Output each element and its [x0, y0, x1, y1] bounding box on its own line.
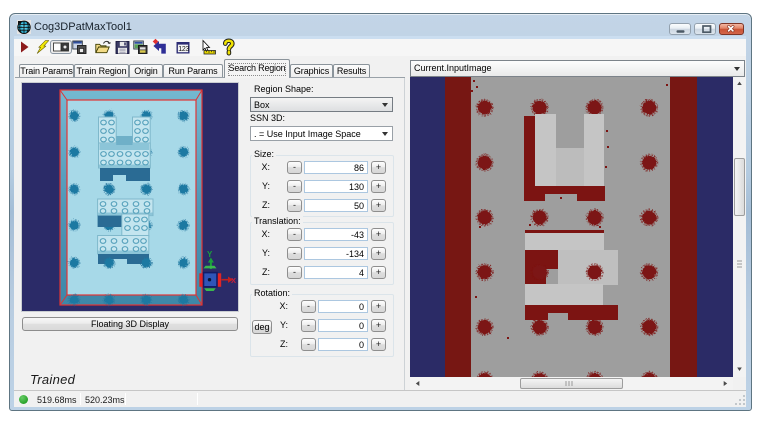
- svg-text:123: 123: [178, 46, 189, 53]
- svg-text:X: X: [231, 276, 236, 285]
- svg-text:Y: Y: [207, 250, 213, 259]
